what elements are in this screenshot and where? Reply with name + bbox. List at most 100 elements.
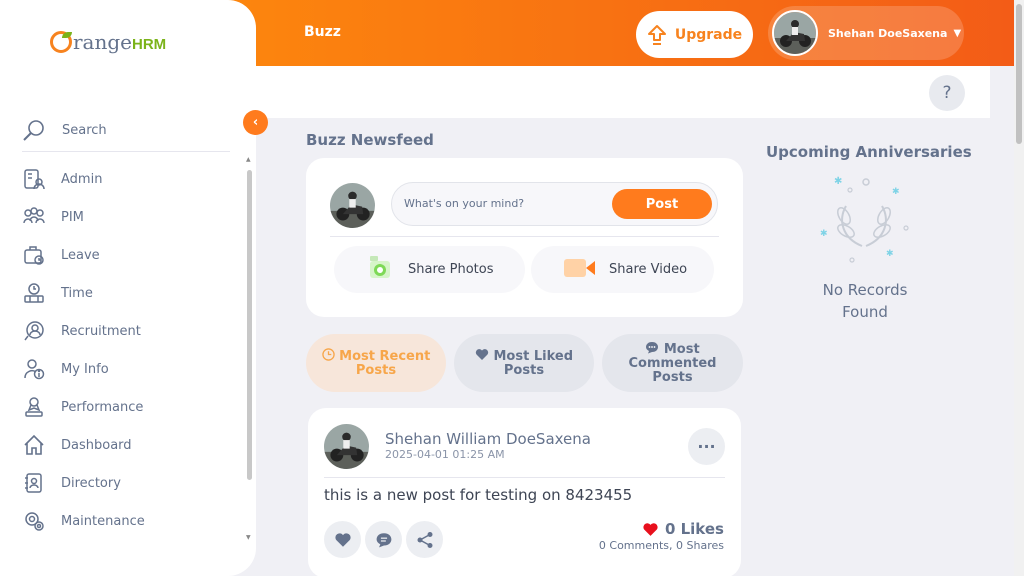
page-scrollbar[interactable] — [1014, 0, 1024, 576]
svg-text:✱: ✱ — [892, 187, 900, 197]
sidebar-item-label: Performance — [61, 399, 144, 415]
tab-most-recent-posts[interactable]: Most Recent Posts — [306, 334, 446, 392]
tab-label: Commented — [628, 356, 717, 371]
my-info-icon — [22, 357, 46, 381]
pim-icon — [22, 205, 46, 229]
share-photos-label: Share Photos — [408, 262, 494, 277]
help-button[interactable]: ? — [929, 75, 965, 111]
sidebar-item-my-info[interactable]: My Info — [22, 350, 232, 388]
tab-most-liked-posts[interactable]: Most Liked Posts — [454, 334, 594, 392]
sub-header — [256, 66, 990, 118]
admin-icon — [22, 167, 46, 191]
post-card: Shehan William DoeSaxena 2025-04-01 01:2… — [308, 408, 741, 576]
empty-line: No Records — [822, 281, 908, 299]
scroll-up-arrow-icon[interactable]: ▲ — [246, 156, 251, 163]
heart-red-icon — [643, 522, 658, 536]
anniversaries-empty-message: No Records Found — [800, 279, 930, 323]
page-title: Buzz — [304, 24, 341, 40]
post-author-avatar[interactable] — [324, 424, 369, 469]
sidebar-item-dashboard[interactable]: Dashboard — [22, 426, 232, 464]
user-name: Shehan DoeSaxena — [828, 26, 948, 40]
compose-divider — [330, 236, 719, 237]
svg-text:✱: ✱ — [834, 176, 842, 187]
share-photos-button[interactable]: Share Photos — [334, 246, 525, 293]
upgrade-arrow-icon — [647, 24, 666, 45]
laurel-wreath-icon: ✱ ✱ ✱ ✱ — [820, 176, 909, 263]
leave-icon — [22, 243, 46, 267]
heart-icon — [475, 349, 494, 364]
sidebar-scrollbar-thumb[interactable] — [247, 170, 252, 480]
sidebar-item-leave[interactable]: Leave — [22, 236, 232, 274]
performance-icon — [22, 395, 46, 419]
share-video-label: Share Video — [609, 262, 688, 277]
upgrade-button[interactable]: Upgrade — [636, 11, 753, 58]
sidebar-item-label: PIM — [61, 209, 84, 225]
more-dots-icon: ··· — [697, 437, 716, 456]
empty-line: Found — [842, 303, 888, 321]
post-more-options-button[interactable]: ··· — [688, 428, 725, 465]
comment-icon — [376, 532, 391, 547]
like-button[interactable] — [324, 521, 361, 558]
tab-label: Posts — [503, 363, 545, 378]
video-camera-icon — [563, 256, 597, 284]
share-button[interactable] — [406, 521, 443, 558]
sidebar-item-performance[interactable]: Performance — [22, 388, 232, 426]
post-stats: 0 Comments, 0 Shares — [598, 539, 724, 552]
svg-text:✱: ✱ — [886, 249, 894, 259]
upgrade-label: Upgrade — [674, 26, 743, 43]
scroll-down-arrow-icon[interactable]: ▼ — [246, 534, 251, 541]
heart-icon — [334, 532, 351, 547]
user-dropdown[interactable]: Shehan DoeSaxena ▼ — [768, 6, 964, 60]
sidebar-item-label: Dashboard — [61, 437, 132, 453]
tab-most-commented-posts[interactable]: Most Commented Posts — [602, 334, 743, 392]
sidebar-scrollbar[interactable]: ▲ ▼ — [245, 152, 253, 544]
sidebar-item-recruitment[interactable]: Recruitment — [22, 312, 232, 350]
sidebar-search[interactable]: Search — [22, 110, 230, 152]
tab-label: Posts — [355, 363, 397, 378]
compose-card: What's on your mind? Post Share Photos S… — [306, 158, 743, 317]
post-date: 2025-04-01 01:25 AM — [385, 448, 505, 461]
sidebar-item-maintenance[interactable]: Maintenance — [22, 502, 232, 540]
user-avatar — [772, 10, 818, 56]
sidebar-item-label: My Info — [61, 361, 109, 377]
sidebar-item-admin[interactable]: Admin — [22, 160, 232, 198]
dashboard-icon — [22, 433, 46, 457]
post-input[interactable]: What's on your mind? Post — [391, 182, 718, 226]
maintenance-icon — [22, 509, 46, 533]
clock-icon — [321, 348, 340, 364]
sidebar-item-label: Maintenance — [61, 513, 145, 529]
tab-label: Most Liked — [493, 349, 574, 364]
sidebar-item-label: Recruitment — [61, 323, 141, 339]
anniversaries-title: Upcoming Anniversaries — [766, 143, 972, 161]
sidebar-item-pim[interactable]: PIM — [22, 198, 232, 236]
search-icon — [23, 119, 44, 141]
post-divider — [324, 477, 725, 478]
share-icon — [417, 531, 432, 548]
sidebar: rangeHRM Search Admin PIM Leave Time Rec… — [0, 0, 256, 576]
tab-label: Posts — [652, 370, 693, 385]
tab-label: Most Recent — [339, 349, 431, 364]
sidebar-item-label: Time — [61, 285, 93, 301]
post-button[interactable]: Post — [612, 189, 712, 219]
post-likes: 0 Likes — [642, 520, 724, 538]
sidebar-menu: Admin PIM Leave Time Recruitment My Info… — [22, 160, 232, 540]
tab-label: Most — [663, 342, 700, 357]
post-body: this is a new post for testing on 842345… — [324, 486, 633, 504]
newsfeed-title: Buzz Newsfeed — [306, 131, 434, 149]
share-video-button[interactable]: Share Video — [531, 246, 714, 293]
camera-icon — [368, 254, 396, 286]
chevron-down-icon: ▼ — [953, 27, 962, 39]
page-scrollbar-thumb[interactable] — [1016, 4, 1022, 144]
sidebar-item-time[interactable]: Time — [22, 274, 232, 312]
sidebar-item-directory[interactable]: Directory — [22, 464, 232, 502]
svg-text:✱: ✱ — [820, 229, 828, 239]
sidebar-collapse-button[interactable]: ‹ — [243, 110, 268, 135]
logo-text: rangeHRM — [73, 30, 167, 54]
time-icon — [22, 281, 46, 305]
likes-count: 0 Likes — [664, 520, 724, 538]
recruitment-icon — [22, 319, 46, 343]
sidebar-item-label: Admin — [61, 171, 103, 187]
sidebar-item-label: Directory — [61, 475, 121, 491]
comment-button[interactable] — [365, 521, 402, 558]
comment-icon — [645, 342, 664, 357]
